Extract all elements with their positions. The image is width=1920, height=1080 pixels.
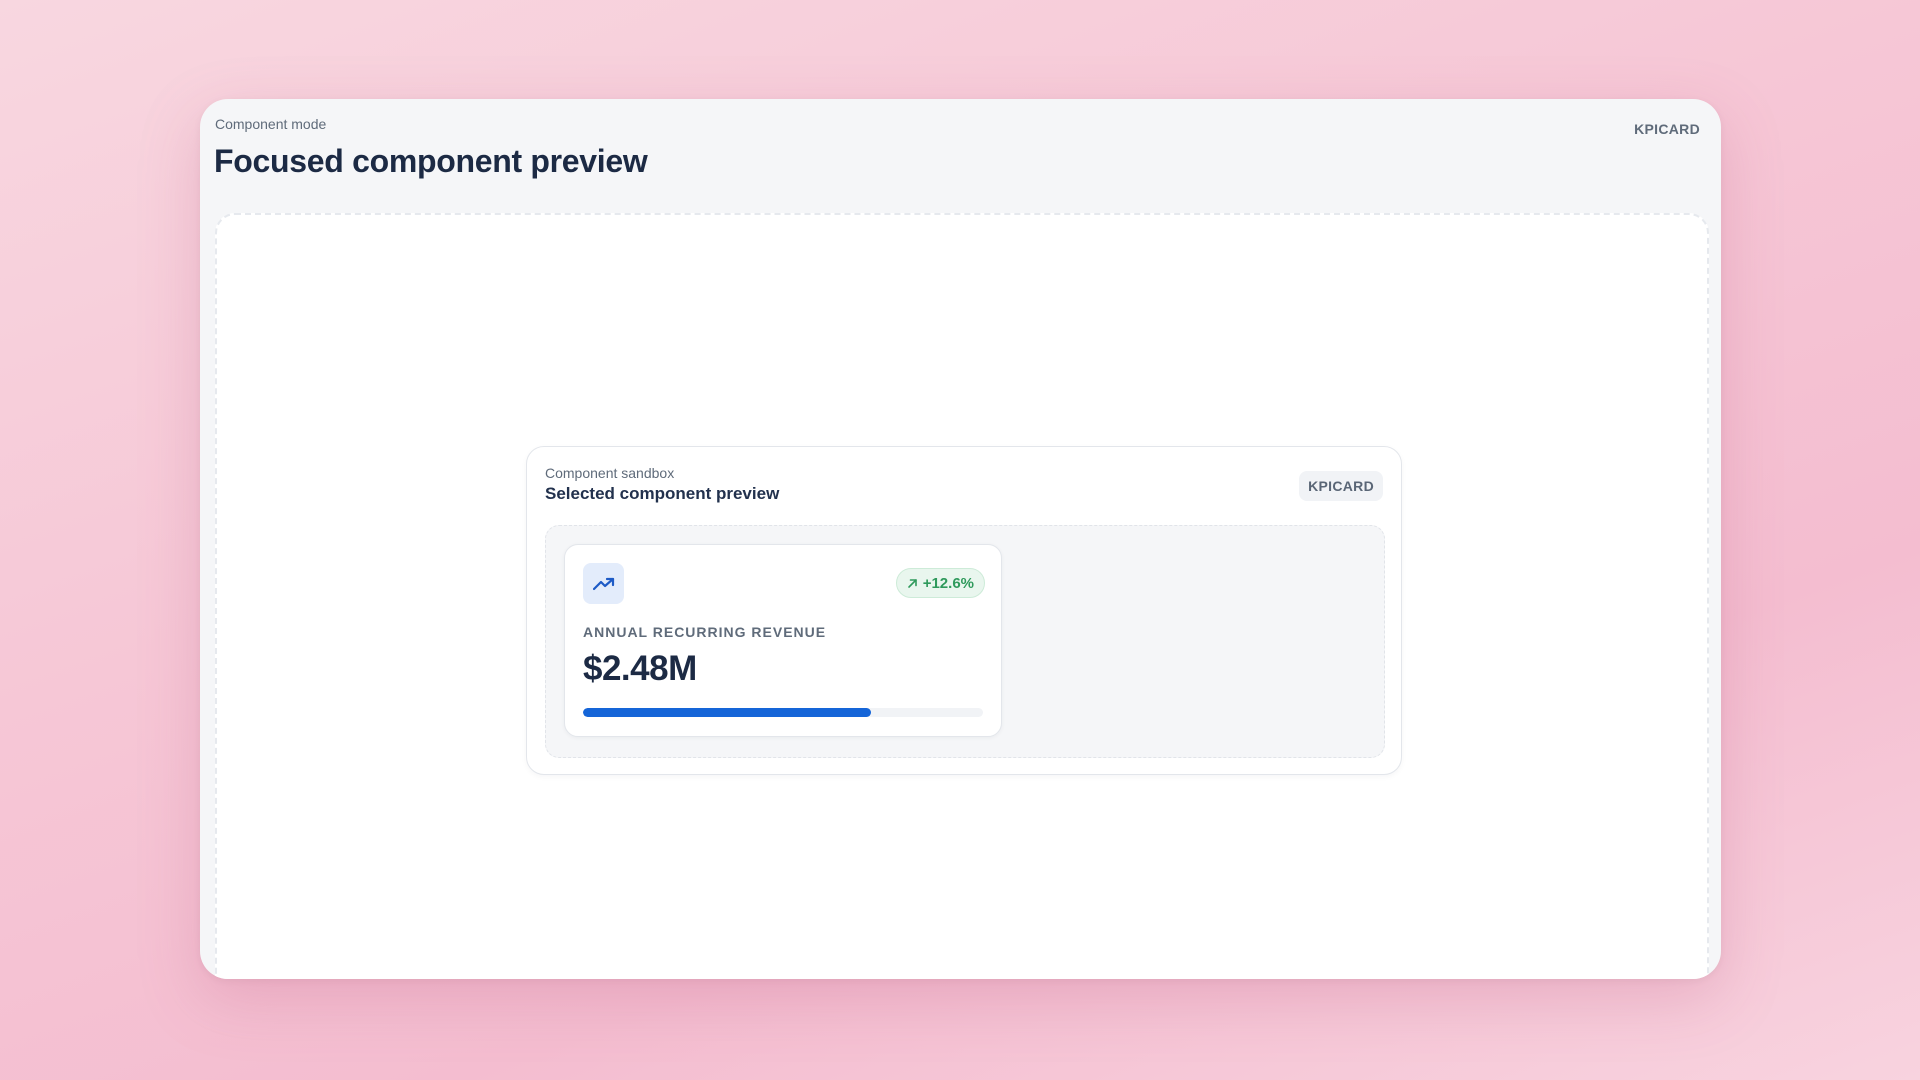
trend-value: +12.6% <box>922 574 974 592</box>
kpi-value: $2.48M <box>583 649 697 688</box>
kpi-label: ANNUAL RECURRING REVENUE <box>583 624 827 640</box>
arrow-up-right-icon <box>907 578 918 589</box>
sandbox-title: Selected component preview <box>545 484 780 503</box>
progress-fill <box>583 708 871 717</box>
sandbox-kicker: Component sandbox <box>545 465 675 481</box>
trending-up-icon <box>583 563 624 604</box>
page-title: Focused component preview <box>214 143 648 179</box>
preview-stage: Component sandbox Selected component pre… <box>215 213 1709 979</box>
kpi-card[interactable]: +12.6% ANNUAL RECURRING REVENUE $2.48M <box>564 544 1002 737</box>
sandbox-component-badge: KPICARD <box>1299 471 1383 501</box>
mode-label: Component mode <box>215 116 327 132</box>
component-sandbox: Component sandbox Selected component pre… <box>526 446 1402 775</box>
progress-bar <box>583 708 983 717</box>
component-type-badge: KPICARD <box>1634 121 1700 137</box>
trend-badge: +12.6% <box>895 568 985 598</box>
app-window: Component mode Focused component preview… <box>200 99 1721 979</box>
sandbox-canvas: +12.6% ANNUAL RECURRING REVENUE $2.48M <box>545 525 1385 758</box>
